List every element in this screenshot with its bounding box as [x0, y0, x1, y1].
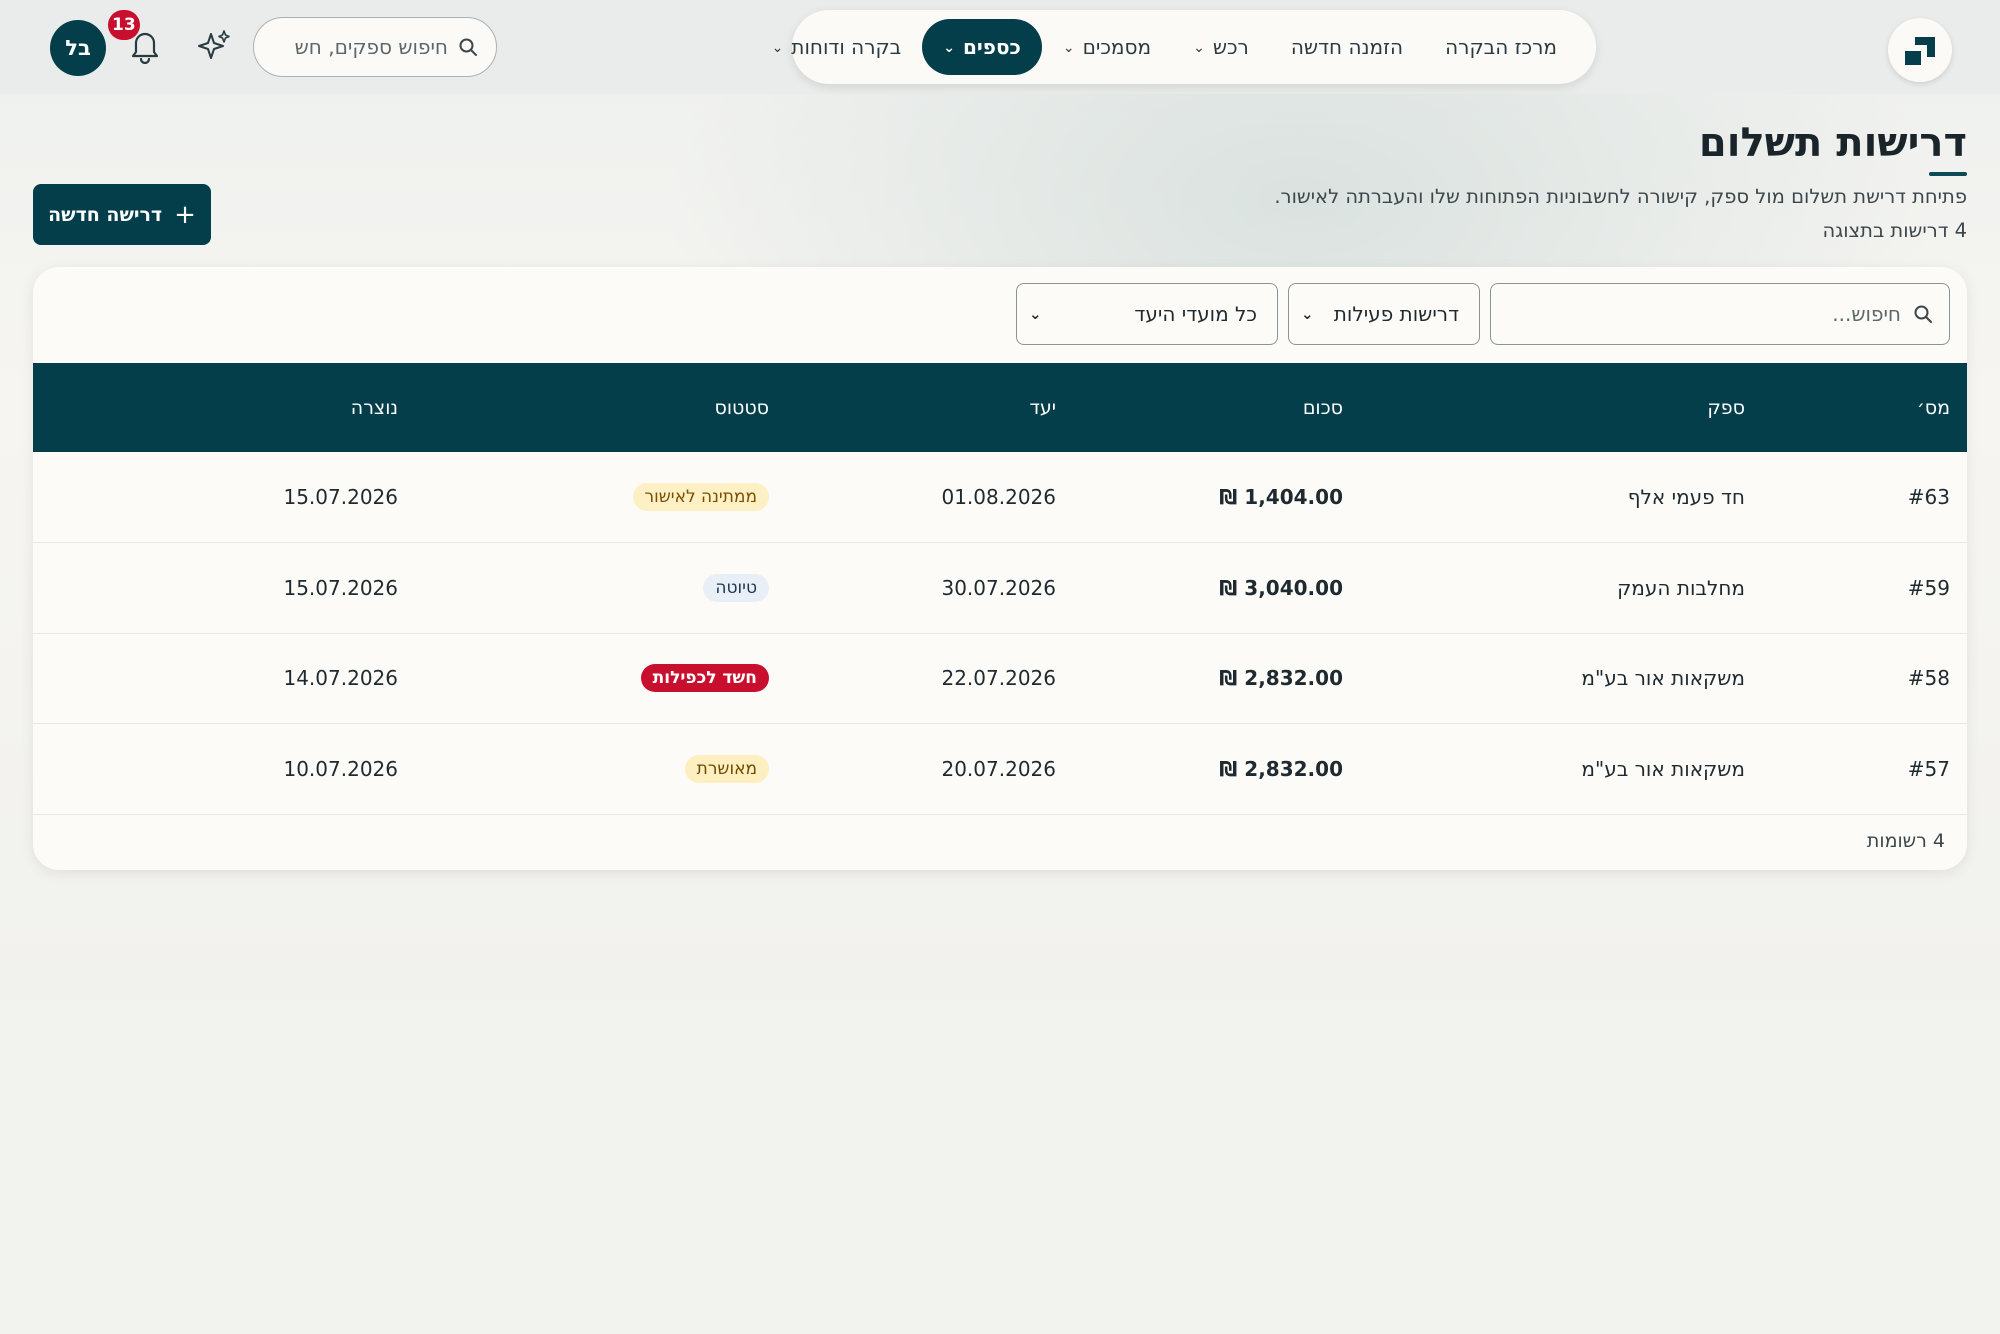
nav-item-label: כספים: [962, 35, 1021, 59]
search-icon: [1914, 305, 1932, 323]
target-date-filter-select[interactable]: כל מועדי היעד ⌄: [1016, 283, 1278, 345]
header-search[interactable]: [253, 17, 497, 77]
amount-cell: 2,832.00 ₪: [1219, 666, 1343, 691]
target-cell: 20.07.2026: [941, 756, 1056, 781]
status-badge: ממתינה לאישור: [632, 483, 769, 511]
target-cell: 22.07.2026: [941, 666, 1056, 691]
new-request-label: דרישה חדשה: [48, 203, 163, 226]
table-row[interactable]: #63 חד פעמי אלף 1,404.00 ₪ 01.08.2026 ממתינה…: [33, 452, 1967, 543]
notification-count-badge: 13: [108, 10, 140, 40]
chevron-down-icon: ⌄: [771, 40, 784, 56]
user-avatar[interactable]: בל: [50, 20, 106, 76]
page-title: דרישות תשלום: [1698, 120, 1967, 166]
amount-cell: 1,404.00 ₪: [1219, 485, 1343, 509]
nav-item-label: רכש: [1212, 35, 1249, 59]
table-row[interactable]: #59 מחלבות העמק 3,040.00 ₪ 30.07.2026 טיוטה 1…: [33, 543, 1967, 634]
column-header-0[interactable]: מס׳: [1745, 363, 1967, 452]
target-filter-value: כל מועדי היעד: [1134, 302, 1257, 326]
column-header-2[interactable]: סכום: [1056, 363, 1343, 452]
column-header-3[interactable]: יעד: [769, 363, 1056, 452]
num-cell: #59: [1907, 575, 1950, 600]
target-cell: 30.07.2026: [941, 575, 1056, 600]
supplier-cell: משקאות אור בע"מ: [1581, 756, 1745, 781]
table-search[interactable]: [1490, 283, 1950, 345]
chevron-down-icon: ⌄: [1029, 305, 1042, 323]
nav-item-4[interactable]: כספים ⌄: [922, 19, 1042, 75]
main-nav: מרכז הבקרה הזמנה חדשה רכש ⌄ מסמכים ⌄ כספים ⌄ בקר…: [772, 10, 1596, 84]
status-cell: מאושרת: [398, 724, 769, 815]
chevron-down-icon: ⌄: [943, 40, 955, 56]
column-header-1[interactable]: ספק: [1343, 363, 1745, 452]
table-row[interactable]: #58 משקאות אור בע"מ 2,832.00 ₪ 22.07.2026 חש…: [33, 633, 1967, 724]
amount-cell: 2,832.00 ₪: [1219, 756, 1343, 781]
nav-item-label: מסמכים: [1082, 35, 1152, 59]
table-search-input[interactable]: [1521, 302, 1901, 326]
table-row[interactable]: #57 משקאות אור בע"מ 2,832.00 ₪ 20.07.2026 מא…: [33, 724, 1967, 815]
chevron-down-icon: ⌄: [1062, 40, 1075, 56]
created-cell: 10.07.2026: [283, 756, 398, 781]
num-cell: #58: [1907, 666, 1950, 691]
nav-item-5[interactable]: בקרה ודוחות ⌄: [751, 19, 923, 75]
created-cell: 15.07.2026: [283, 485, 398, 509]
page-subtitle: פתיחת דרישת תשלום מול ספק, קישורה לחשבונ…: [1274, 185, 1967, 208]
created-cell: 14.07.2026: [283, 666, 398, 691]
requests-table: מס׳ ספק סכום יעד סטטוס נוצרה #63 חד פעמי אלף 1,…: [33, 363, 1967, 815]
records-count: 4 רשומות: [1866, 830, 1945, 852]
app-logo[interactable]: [1888, 18, 1952, 82]
nav-item-1[interactable]: הזמנה חדשה: [1270, 19, 1424, 75]
table-header-row: מס׳ ספק סכום יעד סטטוס נוצרה: [33, 363, 1967, 452]
search-icon: [459, 38, 477, 56]
sparkle-icon: [198, 30, 230, 59]
nav-item-label: הזמנה חדשה: [1290, 35, 1404, 59]
ai-assistant-button[interactable]: [196, 28, 232, 64]
nav-item-label: מרכז הבקרה: [1445, 35, 1557, 59]
new-request-button[interactable]: + דרישה חדשה: [33, 184, 211, 245]
status-filter-value: דרישות פעילות: [1333, 302, 1459, 326]
created-cell: 15.07.2026: [283, 575, 398, 600]
nav-item-label: בקרה ודוחות: [791, 35, 902, 59]
status-badge: מאושרת: [684, 754, 769, 783]
nav-item-3[interactable]: מסמכים ⌄: [1042, 19, 1172, 75]
status-badge: טיוטה: [703, 573, 769, 602]
header-search-input[interactable]: [288, 35, 448, 59]
status-cell: ממתינה לאישור: [398, 452, 769, 543]
amount-cell: 3,040.00 ₪: [1219, 575, 1343, 600]
status-badge: חשד לכפילות: [640, 664, 769, 693]
column-header-5[interactable]: נוצרה: [33, 363, 398, 452]
status-cell: חשד לכפילות: [398, 633, 769, 724]
supplier-cell: משקאות אור בע"מ: [1581, 666, 1745, 691]
nav-item-2[interactable]: רכש ⌄: [1172, 19, 1270, 75]
results-count: 4 דרישות בתצוגה: [1822, 219, 1967, 242]
plus-icon: +: [174, 199, 196, 230]
num-cell: #57: [1907, 756, 1950, 781]
column-header-4[interactable]: סטטוס: [398, 363, 769, 452]
num-cell: #63: [1907, 485, 1950, 509]
nav-item-0[interactable]: מרכז הבקרה: [1424, 19, 1578, 75]
requests-card: דרישות פעילות ⌄ כל מועדי היעד ⌄ מס׳ספקסכ…: [33, 267, 1967, 870]
logo-icon: [1905, 37, 1935, 65]
supplier-cell: חד פעמי אלף: [1627, 485, 1745, 509]
chevron-down-icon: ⌄: [1193, 40, 1205, 56]
status-filter-select[interactable]: דרישות פעילות ⌄: [1288, 283, 1480, 345]
target-cell: 01.08.2026: [941, 485, 1056, 509]
filters-bar: דרישות פעילות ⌄ כל מועדי היעד ⌄: [33, 283, 1950, 345]
title-underline: [1929, 172, 1967, 176]
status-cell: טיוטה: [398, 543, 769, 634]
supplier-cell: מחלבות העמק: [1617, 575, 1745, 600]
chevron-down-icon: ⌄: [1301, 305, 1314, 323]
